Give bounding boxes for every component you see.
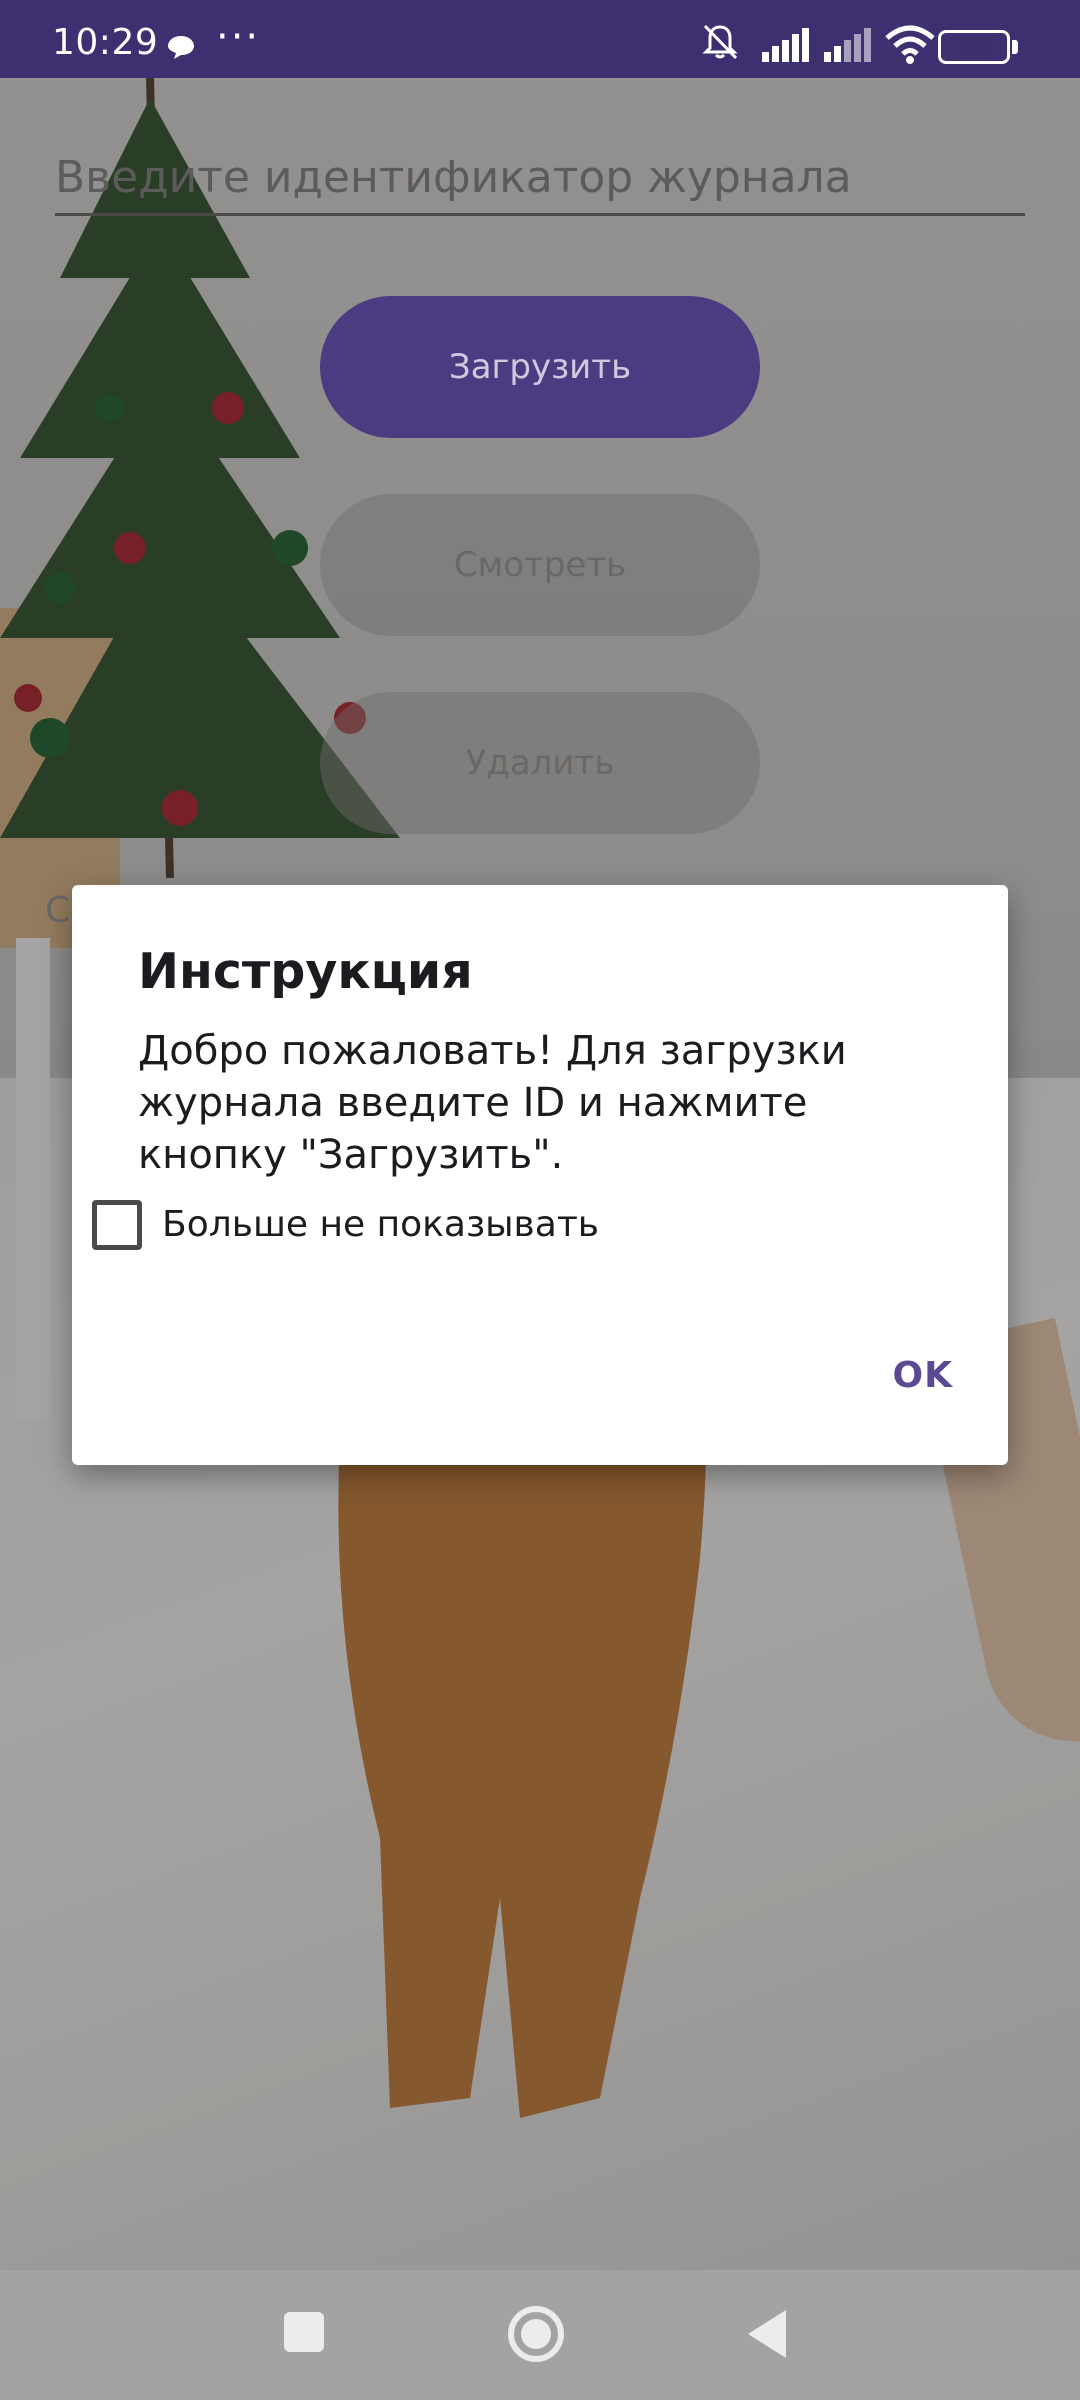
ok-button[interactable]: OK (893, 1355, 954, 1396)
view-button[interactable]: Смотреть (320, 494, 760, 636)
more-notifications-icon: ··· (216, 14, 261, 60)
dont-show-again-checkbox[interactable] (92, 1200, 142, 1250)
home-circle-icon[interactable] (508, 2306, 564, 2362)
navigation-bar (0, 2270, 1080, 2400)
battery-tip (1012, 40, 1018, 54)
signal-strength-2-icon (824, 28, 871, 62)
status-time: 10:29 (52, 22, 159, 63)
dont-show-again-label[interactable]: Больше не показывать (162, 1199, 599, 1251)
bell-muted-icon (702, 24, 738, 60)
recents-square-icon[interactable] (284, 2312, 324, 2352)
dialog-message: Добро пожаловать! Для загрузки журнала в… (138, 1028, 847, 1178)
signal-strength-icon (762, 28, 809, 62)
delete-button[interactable]: Удалить (320, 692, 760, 834)
battery-icon: 93 (938, 30, 1010, 64)
wifi-icon (885, 25, 935, 64)
battery-percent: 93 (958, 34, 990, 59)
status-bar: 10:29 ··· 93 (0, 0, 1080, 78)
load-button[interactable]: Загрузить (320, 296, 760, 438)
chat-bubble-icon (168, 36, 194, 59)
dialog-title: Инструкция (138, 943, 473, 1000)
journal-id-input[interactable] (55, 142, 1025, 216)
instruction-dialog: Инструкция Добро пожаловать! Для загрузк… (72, 885, 1008, 1465)
back-triangle-icon[interactable] (748, 2310, 786, 2358)
partial-status-label: С (45, 890, 71, 931)
